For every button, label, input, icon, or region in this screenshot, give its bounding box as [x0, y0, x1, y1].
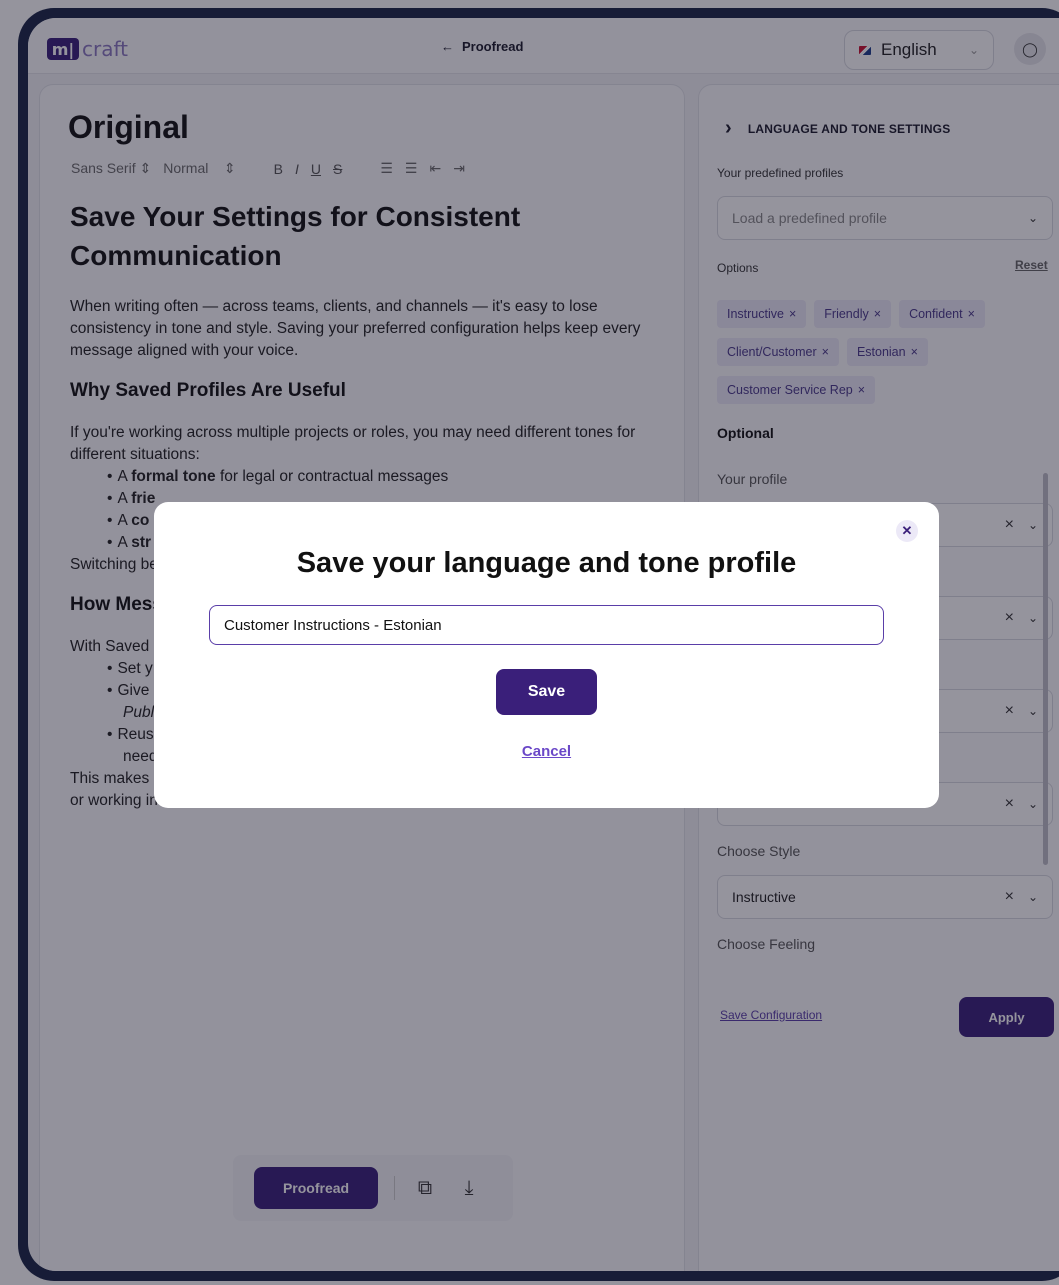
profile-name-input[interactable]	[209, 605, 884, 645]
close-icon[interactable]: ✕	[896, 520, 918, 542]
dialog-title: Save your language and tone profile	[296, 547, 797, 579]
save-profile-dialog: ✕ Save your language and tone profile Sa…	[154, 502, 939, 808]
save-button[interactable]: Save	[496, 669, 597, 715]
cancel-link[interactable]: Cancel	[154, 743, 939, 760]
